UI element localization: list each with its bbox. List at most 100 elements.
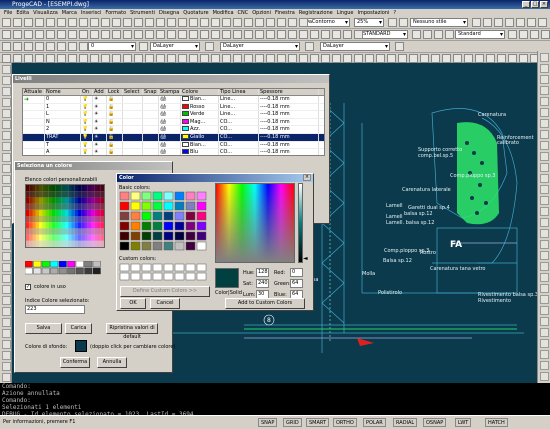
side-tool-icon[interactable]: [540, 53, 549, 62]
select-cell[interactable]: [123, 111, 143, 118]
layer-row[interactable]: ➜ 0 💡 ☀ 🔓 🖨 Bian... Line... ----0.18 mm: [23, 96, 324, 104]
select-cell[interactable]: [123, 126, 143, 133]
toolbar-icon[interactable]: [266, 30, 275, 39]
menu-item[interactable]: Edita: [16, 9, 29, 17]
toolbar-icon[interactable]: [24, 54, 33, 63]
side-tool-icon[interactable]: [540, 130, 549, 139]
side-tool-icon[interactable]: [540, 251, 549, 260]
toolbar-icon[interactable]: [13, 54, 22, 63]
toolbar-icon[interactable]: [211, 54, 220, 63]
red-input[interactable]: 0: [290, 268, 303, 277]
toolbar-icon[interactable]: [431, 54, 440, 63]
maximize-button[interactable]: □: [531, 1, 539, 8]
sun-icon[interactable]: ☀: [93, 141, 107, 149]
toolbar-icon[interactable]: [527, 18, 536, 27]
layers-column-header[interactable]: Snap: [143, 89, 159, 95]
close-button[interactable]: ×: [540, 1, 548, 8]
toolbar-icon[interactable]: [310, 54, 319, 63]
side-tool-icon[interactable]: [540, 185, 549, 194]
in-use-checkbox[interactable]: ✓: [25, 284, 31, 290]
side-tool-icon[interactable]: [540, 317, 549, 326]
toolbar-icon[interactable]: [519, 30, 528, 39]
toolbar-icon[interactable]: [305, 42, 314, 51]
side-tool-icon[interactable]: [540, 262, 549, 271]
menu-item[interactable]: ?: [393, 9, 396, 17]
toolbar-icon[interactable]: [420, 54, 429, 63]
lock-icon[interactable]: 🔓: [107, 96, 123, 103]
select-cell[interactable]: [123, 96, 143, 103]
load-button[interactable]: Carica: [65, 323, 92, 334]
toolbar-icon[interactable]: [277, 54, 286, 63]
side-tool-icon[interactable]: [2, 153, 11, 162]
luminance-bar[interactable]: [298, 183, 303, 263]
printer-icon[interactable]: 🖨: [159, 126, 181, 133]
save-button[interactable]: Salva: [25, 323, 62, 334]
hue-input[interactable]: 128: [256, 268, 269, 277]
toolbar-icon[interactable]: [464, 54, 473, 63]
layer-combo[interactable]: 0: [88, 42, 136, 51]
toolbar-icon[interactable]: [288, 30, 297, 39]
side-tool-icon[interactable]: [2, 98, 11, 107]
toolbar-icon[interactable]: [288, 54, 297, 63]
toolbar-icon[interactable]: [134, 54, 143, 63]
layers-column-header[interactable]: Spessore: [259, 89, 319, 95]
printer-icon[interactable]: 🖨: [159, 141, 181, 149]
side-tool-icon[interactable]: [2, 76, 11, 85]
menu-item[interactable]: Quotature: [183, 9, 208, 17]
toolbar-icon[interactable]: [57, 18, 66, 27]
side-tool-icon[interactable]: [540, 328, 549, 337]
side-tool-icon[interactable]: [540, 372, 549, 381]
side-tool-icon[interactable]: [540, 229, 549, 238]
toolbar-icon[interactable]: [541, 30, 550, 39]
lock-icon[interactable]: 🔓: [107, 126, 123, 133]
side-tool-icon[interactable]: [2, 230, 11, 239]
side-tool-icon[interactable]: [540, 361, 549, 370]
toolbar-icon[interactable]: [139, 42, 148, 51]
toolbar-icon[interactable]: [343, 54, 352, 63]
toolbar-icon[interactable]: [255, 54, 264, 63]
printer-icon[interactable]: 🖨: [159, 111, 181, 118]
gray-swatches[interactable]: [24, 260, 105, 275]
index-input[interactable]: 223: [25, 305, 85, 314]
side-tool-icon[interactable]: [2, 285, 11, 294]
toolbar-icon[interactable]: [376, 54, 385, 63]
toolbar-icon[interactable]: [354, 54, 363, 63]
custom-colors-grid[interactable]: [119, 263, 211, 281]
toolbar-icon[interactable]: [90, 18, 99, 27]
layer-row[interactable]: T 💡 ☀ 🔓 🖨 Bian... CO... ----0.18 mm: [23, 141, 324, 150]
color-picker-close-icon[interactable]: ×: [303, 174, 311, 181]
side-tool-icon[interactable]: [540, 339, 549, 348]
toolbar-icon[interactable]: [178, 30, 187, 39]
menu-item[interactable]: Impostazioni: [358, 9, 390, 17]
toolbar-icon[interactable]: [434, 30, 443, 39]
command-line[interactable]: Comando: Azione annullata Comando: Selezion…: [0, 383, 550, 418]
toolbar-icon[interactable]: [90, 54, 99, 63]
menu-item[interactable]: Inserisci: [81, 9, 102, 17]
toolbar-icon[interactable]: [189, 54, 198, 63]
bulb-icon[interactable]: 💡: [81, 111, 93, 118]
toolbar-icon[interactable]: [79, 30, 88, 39]
menu-item[interactable]: Registrazione: [299, 9, 333, 17]
luminance-arrow-icon[interactable]: ◄: [303, 255, 308, 262]
layer-row[interactable]: 2 💡 ☀ 🔓 🖨 Azz. CO... ----0.18 mm: [23, 126, 324, 134]
toolbar-icon[interactable]: [299, 54, 308, 63]
toolbar-icon[interactable]: [46, 18, 55, 27]
snap-cell[interactable]: [143, 118, 159, 126]
layers-column-header[interactable]: Attuale: [23, 89, 45, 95]
toolbar-icon[interactable]: [13, 42, 22, 51]
linetype-combo[interactable]: DaLayer: [220, 42, 300, 51]
toolbar-icon[interactable]: [24, 30, 33, 39]
ok-button[interactable]: OK: [120, 298, 146, 309]
layers-column-header[interactable]: On: [81, 89, 93, 95]
menu-item[interactable]: Opzioni: [252, 9, 271, 17]
bulb-icon[interactable]: 💡: [81, 118, 93, 126]
snap-cell[interactable]: [143, 141, 159, 149]
toolbar-icon[interactable]: [538, 18, 547, 27]
toolbar-icon[interactable]: [423, 30, 432, 39]
layer-color[interactable]: Giallo: [181, 133, 219, 141]
toolbar-icon[interactable]: [321, 54, 330, 63]
side-tool-icon[interactable]: [2, 109, 11, 118]
toolbar-icon[interactable]: [200, 30, 209, 39]
toolbar-icon[interactable]: [354, 30, 363, 39]
layers-column-header[interactable]: Colore: [181, 89, 219, 95]
